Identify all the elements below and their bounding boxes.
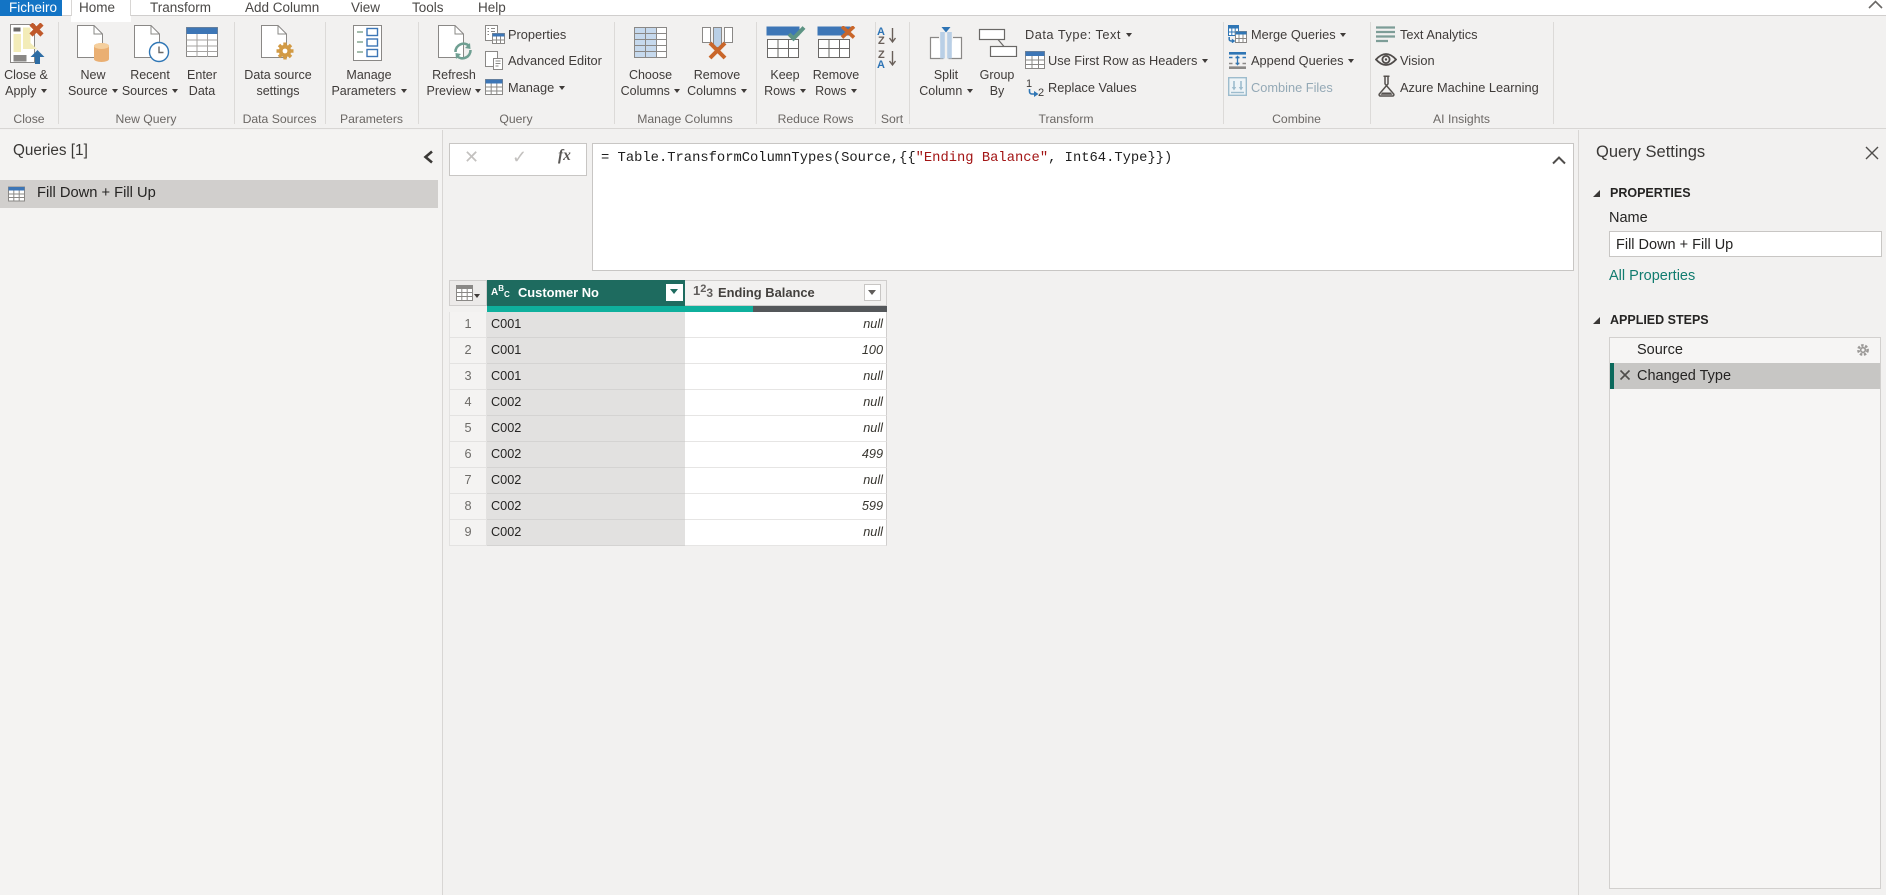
svg-text:1: 1 (1026, 78, 1032, 90)
svg-text:A: A (877, 59, 885, 69)
svg-text:2: 2 (1038, 87, 1044, 97)
svg-text:Z: Z (878, 35, 885, 47)
